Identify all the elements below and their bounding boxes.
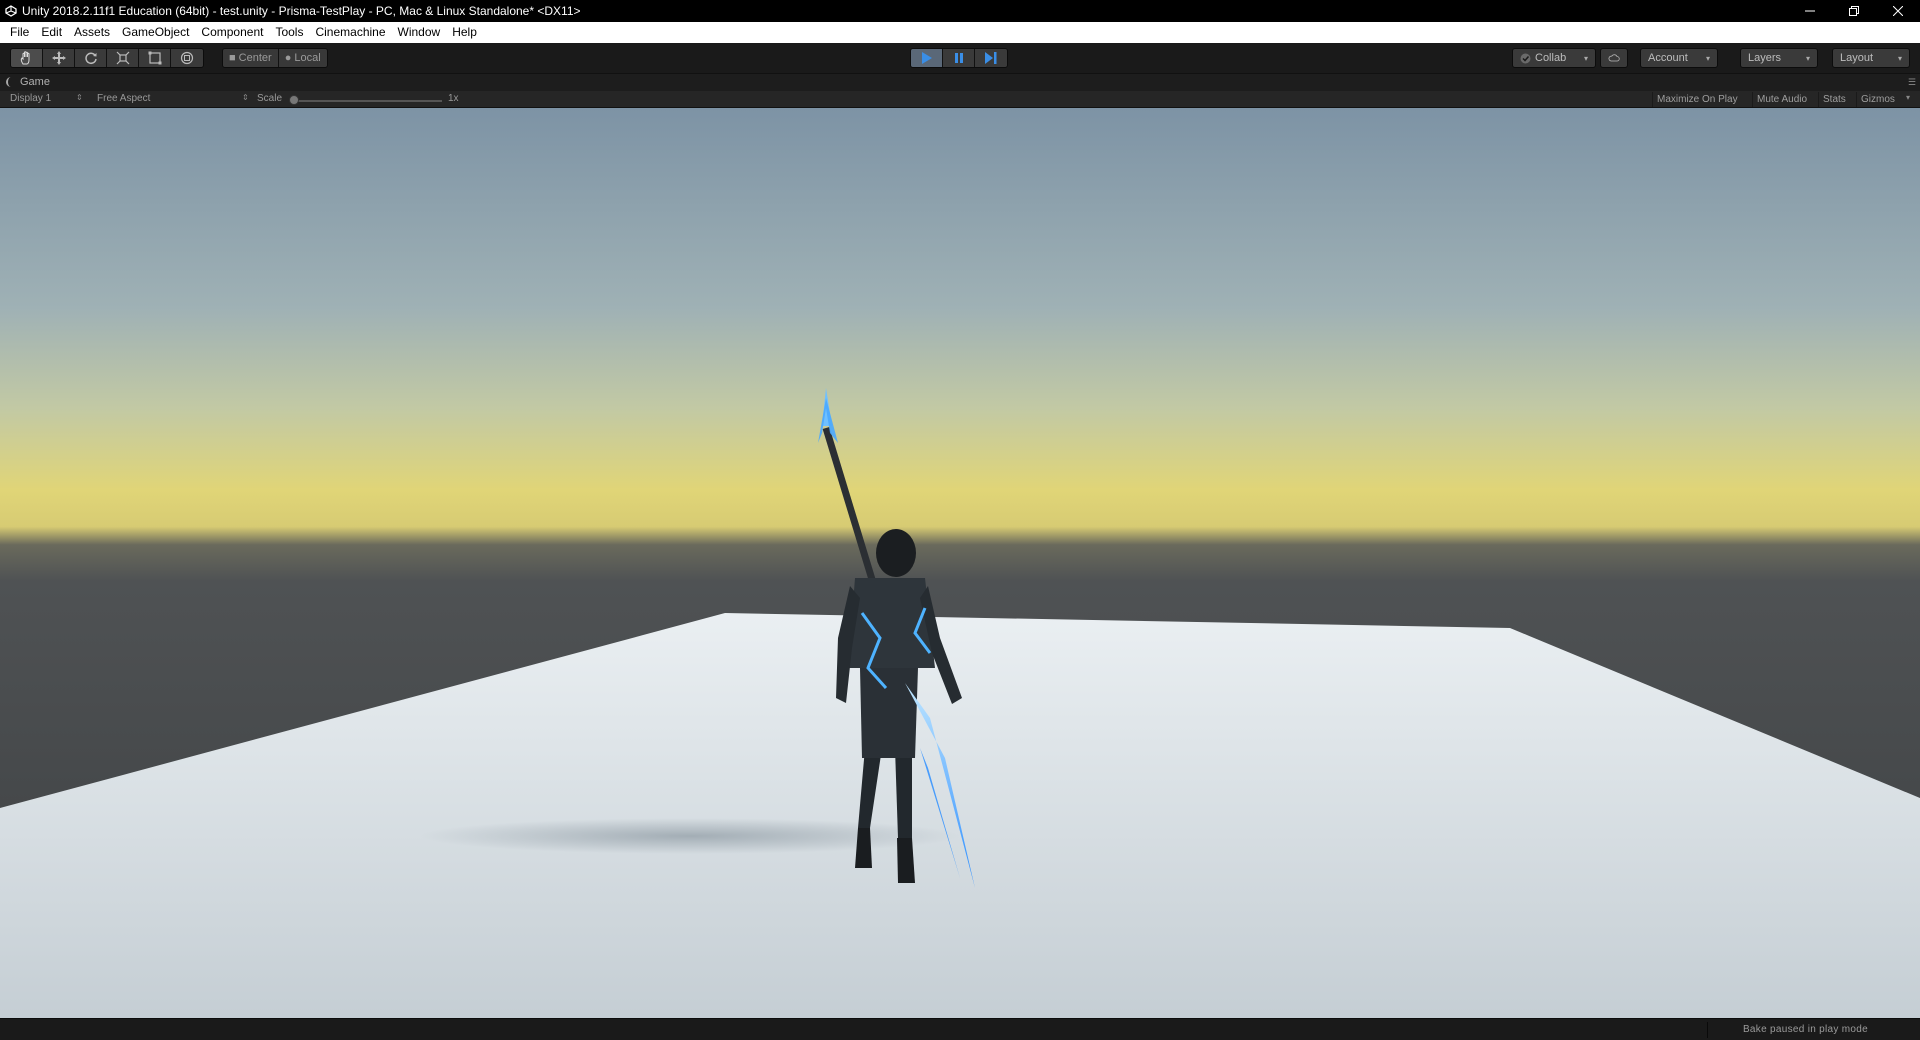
rotate-tool-icon[interactable]	[75, 49, 107, 67]
scale-tool-icon[interactable]	[107, 49, 139, 67]
status-divider	[1707, 1022, 1708, 1038]
restore-icon[interactable]	[1832, 0, 1876, 22]
menu-help[interactable]: Help	[446, 22, 483, 43]
transform-tools	[10, 48, 204, 68]
mute-audio-toggle[interactable]: Mute Audio	[1752, 92, 1811, 107]
play-icon[interactable]	[911, 49, 943, 67]
collab-label: Collab	[1535, 52, 1567, 64]
scale-slider-thumb[interactable]	[289, 95, 299, 105]
menu-bar: File Edit Assets GameObject Component To…	[0, 22, 1920, 43]
unity-logo-icon	[0, 0, 22, 22]
account-dropdown[interactable]: Account ▾	[1640, 48, 1718, 68]
collab-button[interactable]: Collab ▾	[1512, 48, 1596, 68]
play-controls	[910, 48, 1008, 68]
stats-toggle[interactable]: Stats	[1818, 92, 1850, 107]
maximize-on-play-toggle[interactable]: Maximize On Play	[1652, 92, 1742, 107]
game-tab[interactable]: Game	[6, 76, 50, 88]
chevron-down-icon: ▾	[1583, 53, 1588, 63]
status-bar: Bake paused in play mode	[0, 1018, 1920, 1040]
menu-file[interactable]: File	[4, 22, 35, 43]
collab-check-icon	[1520, 53, 1531, 63]
pivot-mode-label: Center	[238, 52, 272, 64]
account-label: Account	[1648, 52, 1688, 64]
game-view-icon	[6, 77, 11, 87]
pivot-toggles: ■ Center ● Local	[222, 48, 328, 68]
menu-assets[interactable]: Assets	[68, 22, 116, 43]
chevron-down-icon: ▾	[1906, 93, 1911, 102]
game-viewport[interactable]	[0, 108, 1920, 1018]
display-select[interactable]: Display 1	[10, 93, 51, 104]
gizmos-toggle[interactable]: Gizmos	[1856, 92, 1899, 107]
transform-tool-icon[interactable]	[171, 49, 203, 67]
cloud-button[interactable]	[1600, 48, 1628, 68]
pivot-rotation-label: Local	[294, 52, 321, 64]
panel-menu-icon[interactable]: ☰	[1908, 77, 1916, 88]
title-bar: Unity 2018.2.11f1 Education (64bit) - te…	[0, 0, 1920, 22]
pivot-mode-button[interactable]: ■ Center	[223, 49, 279, 67]
rect-tool-icon[interactable]	[139, 49, 171, 67]
chevron-down-icon: ▾	[1705, 53, 1710, 63]
game-render	[0, 108, 1920, 1018]
layers-label: Layers	[1748, 52, 1782, 64]
layout-label: Layout	[1840, 52, 1874, 64]
updown-arrow-icon: ⇕	[76, 93, 83, 102]
move-tool-icon[interactable]	[43, 49, 75, 67]
scale-label: Scale	[257, 93, 283, 104]
menu-component[interactable]: Component	[195, 22, 269, 43]
scale-value: 1x	[448, 93, 459, 104]
pivot-rotation-button[interactable]: ● Local	[278, 49, 327, 67]
menu-edit[interactable]: Edit	[35, 22, 68, 43]
game-window-tab: Game ☰	[0, 74, 1920, 91]
character-shadow	[420, 818, 960, 854]
game-tab-label: Game	[20, 76, 50, 88]
status-message: Bake paused in play mode	[1742, 1024, 1868, 1035]
chevron-down-icon: ▾	[1805, 53, 1810, 63]
hand-tool-icon[interactable]	[11, 49, 43, 67]
layout-dropdown[interactable]: Layout ▾	[1832, 48, 1910, 68]
layers-dropdown[interactable]: Layers ▾	[1740, 48, 1818, 68]
pivot-center-icon: ■	[229, 52, 236, 64]
game-toolbar: Display 1 ⇕ Free Aspect ⇕ Scale 1x Maxim…	[0, 91, 1920, 108]
aspect-select[interactable]: Free Aspect	[97, 93, 150, 104]
chevron-down-icon: ▾	[1897, 53, 1902, 63]
local-rotation-icon: ●	[284, 52, 292, 64]
minimize-icon[interactable]	[1788, 0, 1832, 22]
cloud-icon	[1608, 54, 1620, 62]
updown-arrow-icon: ⇕	[242, 93, 249, 102]
step-icon[interactable]	[975, 49, 1007, 67]
main-toolbar: ■ Center ● Local Collab ▾ Account ▾ Laye…	[0, 43, 1920, 74]
menu-gameobject[interactable]: GameObject	[116, 22, 195, 43]
pause-icon[interactable]	[943, 49, 975, 67]
close-icon[interactable]	[1876, 0, 1920, 22]
menu-tools[interactable]: Tools	[269, 22, 309, 43]
menu-window[interactable]: Window	[392, 22, 447, 43]
scale-slider-track[interactable]	[292, 100, 442, 102]
menu-cinemachine[interactable]: Cinemachine	[309, 22, 391, 43]
window-title: Unity 2018.2.11f1 Education (64bit) - te…	[22, 4, 581, 18]
